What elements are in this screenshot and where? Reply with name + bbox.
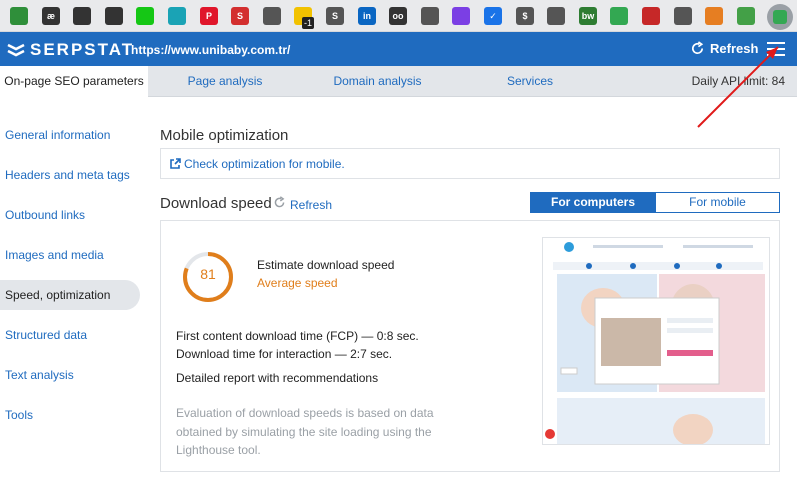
speed-refresh-link[interactable]: Refresh	[290, 198, 332, 212]
tab-services[interactable]: Services	[490, 66, 570, 97]
check-mobile-link[interactable]: Check optimization for mobile.	[184, 157, 345, 171]
speed-rating: Average speed	[257, 276, 338, 290]
extension-badge: -1	[302, 17, 315, 29]
box-ext-icon[interactable]	[737, 7, 755, 25]
extensions-toolbar: æ P S -1 Sin oo ✓ $ bw	[0, 0, 797, 32]
download-speed-heading: Download speed	[160, 195, 272, 212]
speed-score-value: 81	[200, 266, 216, 282]
cross-ext-icon[interactable]	[610, 7, 628, 25]
lighthouse-note-line-2: obtained by simulating the site loading …	[176, 425, 432, 439]
chat-ext-icon[interactable]	[105, 7, 123, 25]
sidebar-item-headers-meta[interactable]: Headers and meta tags	[0, 160, 140, 190]
sidebar-item-tools[interactable]: Tools	[0, 400, 140, 430]
mobile-optimization-heading: Mobile optimization	[160, 127, 289, 144]
sidebar-item-speed-optimization[interactable]: Speed, optimization	[0, 280, 140, 310]
toggle-for-mobile[interactable]: For mobile	[655, 192, 780, 213]
site-preview-thumbnail	[542, 237, 770, 445]
tab-domain-analysis[interactable]: Domain analysis	[320, 66, 435, 97]
gear-ext-icon[interactable]	[168, 7, 186, 25]
site-url: https://www.unibaby.com.tr/	[131, 43, 291, 57]
estimate-label: Estimate download speed	[257, 258, 395, 272]
pinterest-ext-icon[interactable]: P	[200, 7, 218, 25]
mobile-check-box: Check optimization for mobile.	[160, 148, 780, 179]
logo-text: SERPSTAT	[30, 40, 135, 59]
lighthouse-note-line-1: Evaluation of download speeds is based o…	[176, 406, 434, 420]
serpstat-logo-icon	[7, 43, 25, 57]
serpstat-extension-icon[interactable]	[767, 4, 793, 30]
sidebar-item-outbound-links[interactable]: Outbound links	[0, 200, 140, 230]
pen-ext-icon[interactable]	[73, 7, 91, 25]
dollar-ext-icon[interactable]: $	[516, 7, 534, 25]
page-ext-icon[interactable]	[452, 7, 470, 25]
bar-chart-ext-icon[interactable]	[10, 7, 28, 25]
s-circle-ext-icon[interactable]: S	[326, 7, 344, 25]
sidebar-item-general-information[interactable]: General information	[0, 120, 140, 150]
oo-ext-icon[interactable]: oo	[389, 7, 407, 25]
serpstat-logo[interactable]: SERPSTAT	[6, 40, 134, 60]
triangle-ext-icon[interactable]	[642, 7, 660, 25]
app-root: æ P S -1 Sin oo ✓ $ bw SERPSTAT https://www.unib…	[0, 0, 797, 481]
ae-ext-icon[interactable]: æ	[42, 7, 60, 25]
sidebar-item-structured-data[interactable]: Structured data	[0, 320, 140, 350]
search-ext-icon[interactable]	[547, 7, 565, 25]
header-refresh-label: Refresh	[710, 41, 759, 56]
header-refresh-button[interactable]: Refresh	[690, 41, 758, 56]
refresh-icon	[692, 41, 704, 54]
fcp-metric: First content download time (FCP) — 0:8 …	[176, 329, 419, 343]
tti-metric: Download time for interaction — 2:7 sec.	[176, 347, 393, 361]
hamburger-menu-icon[interactable]	[767, 42, 785, 56]
main-tabs: On-page SEO parameters Page analysis Dom…	[0, 66, 797, 97]
site-preview-image	[543, 238, 769, 444]
sidebar-item-images-media[interactable]: Images and media	[0, 240, 140, 270]
toggle-for-computers[interactable]: For computers	[530, 192, 656, 213]
bw-ext-icon[interactable]: bw	[579, 7, 597, 25]
api-limit: Daily API limit: 84	[691, 74, 785, 88]
detailed-report-link[interactable]: Detailed report with recommendations	[176, 371, 378, 385]
linkedin-ext-icon[interactable]: in	[358, 7, 376, 25]
verified-ext-icon[interactable]: ✓	[484, 7, 502, 25]
sidebar-item-text-analysis[interactable]: Text analysis	[0, 360, 140, 390]
check-ext-icon[interactable]	[263, 7, 281, 25]
speed-refresh-icon[interactable]	[273, 196, 286, 209]
bear-ext-icon[interactable]	[705, 7, 723, 25]
bolt-ext-icon[interactable]	[421, 7, 439, 25]
tab-page-analysis[interactable]: Page analysis	[165, 66, 285, 97]
s-ext-icon[interactable]: S	[231, 7, 249, 25]
tab-on-page-seo[interactable]: On-page SEO parameters	[0, 66, 148, 97]
lighthouse-note-line-3: Lighthouse tool.	[176, 443, 261, 457]
external-link-icon	[170, 158, 181, 169]
serpstat-header: SERPSTAT https://www.unibaby.com.tr/ Ref…	[0, 32, 797, 66]
green-square-ext-icon[interactable]	[136, 7, 154, 25]
hat-ext-icon[interactable]	[674, 7, 692, 25]
